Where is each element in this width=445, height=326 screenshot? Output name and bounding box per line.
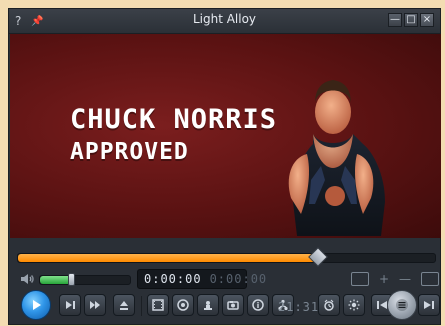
time-current: 0:00:00: [144, 272, 202, 286]
zoom-out-icon[interactable]: —: [399, 272, 411, 286]
eject-button[interactable]: [113, 294, 135, 316]
settings-icon: [348, 299, 360, 311]
clock-display: 21:31: [278, 300, 320, 314]
view-controls: + —: [350, 271, 439, 287]
separator: [141, 296, 142, 316]
screen-icon[interactable]: [350, 272, 369, 286]
minimize-icon: —: [390, 14, 400, 25]
settings-button[interactable]: [343, 294, 365, 316]
seek-bar[interactable]: [17, 247, 436, 267]
zoom-in-icon[interactable]: +: [379, 272, 389, 286]
play-button[interactable]: [21, 290, 51, 320]
title-bar[interactable]: ? 📌 Light Alloy — □ ×: [9, 9, 440, 34]
minimize-button[interactable]: —: [388, 13, 402, 27]
caption-line-1: CHUCK NORRIS: [70, 104, 278, 135]
control-bar: 21:31: [15, 290, 440, 326]
film-icon: [152, 299, 164, 311]
volume-thumb[interactable]: [67, 273, 75, 286]
alarm-button[interactable]: [318, 294, 340, 316]
person-illustration: [288, 80, 385, 236]
maximize-button[interactable]: □: [404, 13, 418, 27]
speaker-icon[interactable]: [19, 271, 35, 287]
close-button[interactable]: ×: [420, 13, 434, 27]
volume-level: [40, 276, 71, 284]
audio-icon: [177, 299, 189, 311]
info-icon: [252, 299, 264, 311]
time-remaining: 0:00:00: [209, 272, 268, 286]
status-row: 0:00:00 0:00:00 + —: [19, 269, 439, 289]
eject-icon: [120, 301, 128, 310]
volume-slider[interactable]: [39, 273, 131, 286]
window-title: Light Alloy: [192, 12, 257, 26]
fast-forward-button[interactable]: [84, 294, 106, 316]
menu-button[interactable]: [387, 290, 417, 320]
video-caption: CHUCK NORRIS APPROVED: [70, 104, 278, 166]
fast-forward-icon: [90, 301, 100, 309]
time-display[interactable]: 0:00:00 0:00:00: [137, 269, 266, 289]
video-area[interactable]: CHUCK NORRIS APPROVED: [10, 34, 441, 238]
caption-line-2: APPROVED: [70, 139, 189, 166]
camera-icon: [227, 301, 239, 310]
seek-thumb[interactable]: [308, 247, 329, 267]
next-icon: [424, 301, 434, 309]
aspect-icon[interactable]: [421, 272, 439, 286]
maximize-icon: □: [406, 14, 416, 25]
next-button[interactable]: [418, 294, 440, 316]
seek-progress: [18, 254, 319, 262]
audio-button[interactable]: [172, 294, 194, 316]
stamp-button[interactable]: [197, 294, 219, 316]
next-frame-icon: [66, 301, 75, 309]
stamp-icon: [204, 301, 212, 310]
info-button[interactable]: [247, 294, 269, 316]
screenshot-button[interactable]: [222, 294, 244, 316]
film-button[interactable]: [147, 294, 169, 316]
menu-icon: [396, 299, 408, 311]
player-window: ? 📌 Light Alloy — □ × CHUCK NORRIS APPRO…: [8, 8, 441, 325]
play-icon: [33, 300, 41, 310]
window-controls: — □ ×: [388, 13, 434, 27]
close-icon: ×: [422, 14, 432, 25]
next-frame-button[interactable]: [59, 294, 81, 316]
alarm-clock-icon: [324, 299, 334, 311]
